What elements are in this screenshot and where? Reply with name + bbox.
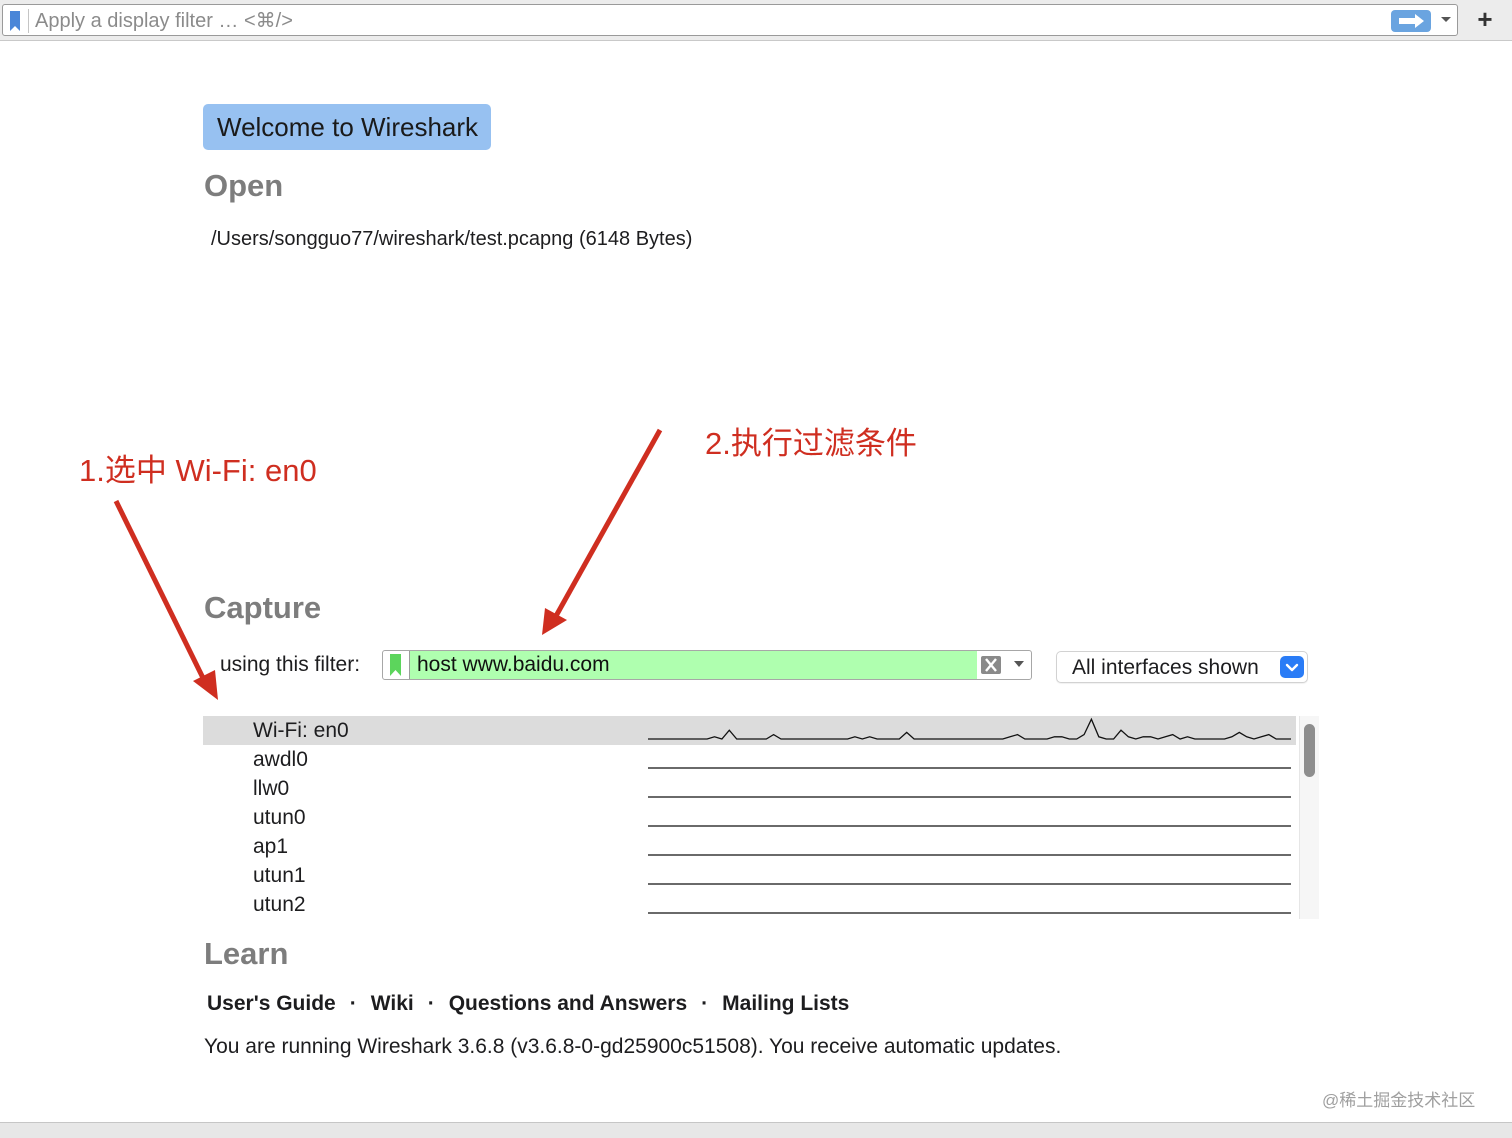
- interfaces-shown-select[interactable]: All interfaces shown: [1056, 651, 1308, 683]
- link-separator: ·: [701, 992, 709, 1015]
- interface-name: utun1: [253, 864, 306, 887]
- chevron-down-icon: [1285, 663, 1299, 672]
- link-separator: ·: [349, 992, 357, 1015]
- field-separator: [409, 651, 410, 679]
- learn-section-title: Learn: [204, 936, 289, 971]
- interface-row[interactable]: Wi-Fi: en0: [203, 716, 1296, 745]
- arrow-head-1-icon: [193, 670, 218, 700]
- capture-filter-input[interactable]: host www.baidu.com: [417, 653, 610, 677]
- activity-sparkline: [648, 717, 1291, 740]
- sparkline-path: [648, 717, 1291, 740]
- link-separator: ·: [427, 992, 435, 1015]
- capture-filter-field[interactable]: host www.baidu.com: [382, 650, 1032, 680]
- annotation-arrow-2: [553, 428, 663, 618]
- qa-link[interactable]: Questions and Answers: [449, 992, 687, 1015]
- activity-sparkline: [648, 767, 1291, 769]
- interface-row[interactable]: utun0: [203, 803, 1296, 832]
- annotation-arrow-1: [113, 499, 207, 682]
- chevron-down-icon[interactable]: [1013, 659, 1025, 669]
- interface-name: awdl0: [253, 748, 308, 771]
- activity-sparkline: [648, 796, 1291, 798]
- activity-sparkline: [648, 825, 1291, 827]
- wiki-link[interactable]: Wiki: [371, 992, 414, 1015]
- activity-sparkline: [648, 883, 1291, 885]
- arrow-head-2-icon: [542, 608, 567, 635]
- activity-sparkline: [648, 854, 1291, 856]
- interface-row[interactable]: llw0: [203, 774, 1296, 803]
- interface-name: Wi-Fi: en0: [253, 719, 349, 742]
- interface-row[interactable]: ap1: [203, 832, 1296, 861]
- mailing-lists-link[interactable]: Mailing Lists: [722, 992, 849, 1015]
- learn-links: User's Guide · Wiki · Questions and Answers ·…: [207, 992, 849, 1016]
- interfaces-shown-label: All interfaces shown: [1072, 656, 1259, 679]
- activity-sparkline: [648, 912, 1291, 914]
- interface-name: ap1: [253, 835, 289, 858]
- capture-section-title: Capture: [204, 590, 322, 625]
- interface-name: utun2: [253, 893, 306, 916]
- interface-row[interactable]: awdl0: [203, 745, 1296, 774]
- interface-name: utun0: [253, 806, 306, 829]
- bookmark-icon[interactable]: [389, 654, 402, 676]
- clear-icon[interactable]: [980, 655, 1002, 675]
- capture-filter-label: using this filter:: [220, 653, 361, 676]
- version-info: You are running Wireshark 3.6.8 (v3.6.8-…: [204, 1035, 1062, 1058]
- scrollbar-thumb[interactable]: [1304, 724, 1315, 777]
- users-guide-link[interactable]: User's Guide: [207, 992, 336, 1015]
- status-bar: [0, 1122, 1512, 1138]
- watermark: @稀土掘金技术社区: [1322, 1091, 1476, 1110]
- interface-list[interactable]: utun2 utun1 ap1 utun0 llw0 awdl0 Wi-Fi: en0: [203, 716, 1319, 919]
- interface-row[interactable]: utun2: [203, 890, 1296, 919]
- interface-row[interactable]: utun1: [203, 861, 1296, 890]
- interface-name: llw0: [253, 777, 290, 800]
- select-chevron: [1280, 656, 1304, 678]
